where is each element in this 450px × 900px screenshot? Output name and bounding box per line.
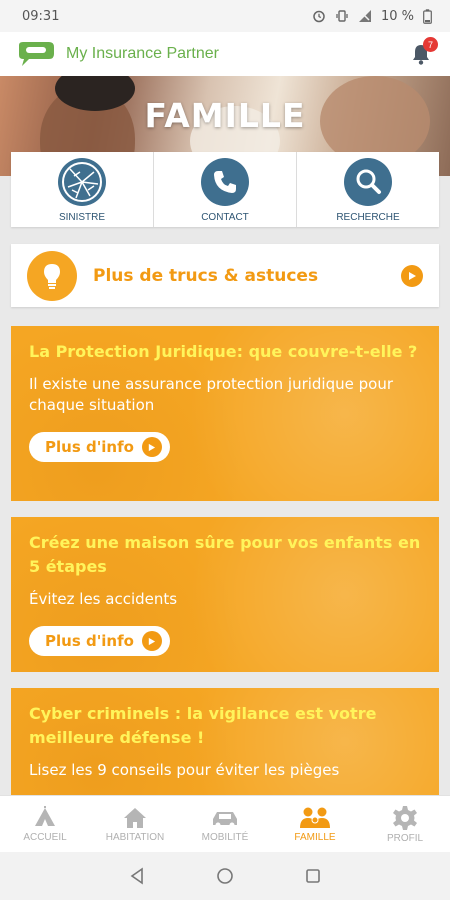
recherche-label: RECHERCHE xyxy=(336,212,400,223)
search-icon xyxy=(344,158,392,206)
app-bar: My Insurance Partner 7 xyxy=(0,32,450,76)
status-time: 09:31 xyxy=(22,8,60,24)
nav-famille-label: FAMILLE xyxy=(294,831,336,843)
play-icon xyxy=(401,264,423,287)
home-circle-icon[interactable] xyxy=(216,867,234,885)
nav-habitation[interactable]: HABITATION xyxy=(90,796,180,852)
nav-profil[interactable]: PROFIL xyxy=(360,796,450,852)
bottom-nav: ACCUEIL HABITATION MOBILITÉ FAMILLE PROF… xyxy=(0,795,450,852)
nav-accueil-label: ACCUEIL xyxy=(23,831,67,843)
gear-icon xyxy=(393,805,417,830)
more-info-label: Plus d'info xyxy=(45,438,134,456)
quick-actions: SINISTRE CONTACT RECHERCHE xyxy=(11,152,439,227)
contact-label: CONTACT xyxy=(201,212,249,223)
article-title: La Protection Juridique: que couvre-t-el… xyxy=(29,342,418,361)
status-icons: 10 % xyxy=(312,9,432,24)
contact-button[interactable]: CONTACT xyxy=(154,152,297,227)
back-icon[interactable] xyxy=(128,867,146,885)
page-title: FAMILLE xyxy=(144,96,306,135)
play-icon xyxy=(141,437,162,457)
car-icon xyxy=(213,811,237,827)
alarm-icon xyxy=(313,10,325,23)
article-card: Créez une maison sûre pour vos enfants e… xyxy=(11,517,439,672)
sinistre-button[interactable]: SINISTRE xyxy=(11,152,154,227)
more-info-button[interactable]: Plus d'info xyxy=(29,626,170,656)
notification-badge: 7 xyxy=(423,37,438,52)
nav-mobilite-label: MOBILITÉ xyxy=(201,831,249,843)
house-icon xyxy=(124,807,146,828)
notifications-button[interactable]: 7 xyxy=(406,37,438,69)
article-description: Lisez les 9 conseils pour éviter les piè… xyxy=(29,761,340,779)
nav-habitation-label: HABITATION xyxy=(105,831,165,843)
recents-icon[interactable] xyxy=(304,867,322,885)
lightbulb-icon xyxy=(27,250,77,301)
article-description: Il existe une assurance protection jurid… xyxy=(29,375,393,414)
status-bar: 09:31 10 % xyxy=(0,0,450,32)
article-description: Évitez les accidents xyxy=(29,590,178,608)
nav-profil-label: PROFIL xyxy=(386,832,424,844)
nav-accueil[interactable]: ACCUEIL xyxy=(0,796,90,852)
article-title: Cyber criminels : la vigilance est votre… xyxy=(29,704,377,747)
tips-button[interactable]: Plus de trucs & astuces xyxy=(11,244,439,307)
battery-icon xyxy=(423,8,432,24)
broken-glass-icon xyxy=(58,158,106,206)
recherche-button[interactable]: RECHERCHE xyxy=(297,152,439,227)
more-info-label: Plus d'info xyxy=(45,632,134,650)
nav-famille[interactable]: FAMILLE xyxy=(270,796,360,852)
app-title: My Insurance Partner xyxy=(66,45,219,62)
battery-text: 10 % xyxy=(380,8,414,24)
sinistre-label: SINISTRE xyxy=(58,212,106,223)
home-tent-icon xyxy=(35,805,55,826)
more-info-button[interactable]: Plus d'info xyxy=(29,432,170,462)
play-icon xyxy=(141,631,162,651)
article-title: Créez une maison sûre pour vos enfants e… xyxy=(29,533,421,576)
brand-logo xyxy=(19,42,54,66)
family-icon xyxy=(300,807,330,828)
signal-icon xyxy=(358,10,371,22)
phone-icon xyxy=(201,158,249,206)
article-card: Cyber criminels : la vigilance est votre… xyxy=(11,688,439,795)
vibrate-icon xyxy=(336,10,348,22)
system-nav-bar xyxy=(0,852,450,900)
nav-mobilite[interactable]: MOBILITÉ xyxy=(180,796,270,852)
article-card: La Protection Juridique: que couvre-t-el… xyxy=(11,326,439,501)
tips-label: Plus de trucs & astuces xyxy=(93,265,319,286)
